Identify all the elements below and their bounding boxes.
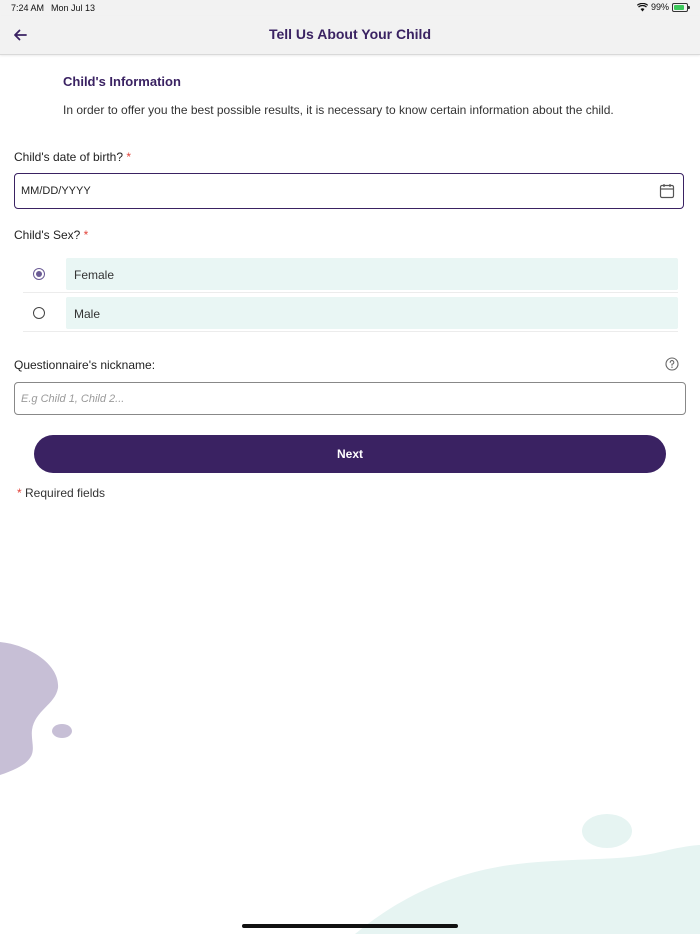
status-indicators: 99%: [636, 2, 690, 12]
required-marker: *: [83, 228, 89, 242]
status-bar: 7:24 AM Mon Jul 13 99%: [0, 0, 700, 16]
required-marker: *: [17, 486, 22, 500]
home-indicator: [242, 924, 458, 928]
dob-value: MM/DD/YYYY: [21, 185, 91, 197]
radio-option-male[interactable]: Male: [66, 297, 678, 329]
sex-label: Child's Sex? *: [14, 228, 88, 242]
next-button[interactable]: Next: [34, 435, 666, 473]
help-icon[interactable]: [665, 357, 679, 371]
radio-option-female[interactable]: Female: [66, 258, 678, 290]
required-fields-text: Required fields: [25, 486, 106, 500]
radio-selected-icon[interactable]: [33, 268, 45, 280]
radio-label: Male: [74, 307, 101, 321]
required-marker: *: [126, 150, 132, 164]
dob-field[interactable]: MM/DD/YYYY: [14, 173, 684, 209]
status-date: Mon Jul 13: [51, 3, 96, 13]
radio-unselected-icon[interactable]: [33, 307, 45, 319]
nickname-label: Questionnaire's nickname:: [14, 358, 156, 372]
required-fields-note: * Required fields: [17, 486, 105, 500]
wifi-icon: [636, 2, 648, 11]
section-title: Child's Information: [63, 74, 181, 89]
status-time: 7:24 AM: [11, 3, 45, 13]
calendar-icon[interactable]: [659, 183, 675, 199]
nickname-input[interactable]: [14, 382, 686, 415]
sex-option-male[interactable]: Male: [23, 297, 678, 332]
page-title: Tell Us About Your Child: [268, 26, 432, 42]
dob-label: Child's date of birth? *: [14, 150, 131, 164]
battery-percent: 99%: [650, 2, 669, 12]
battery-icon: [672, 2, 690, 12]
nav-bar: Tell Us About Your Child: [0, 16, 700, 55]
dob-label-text: Child's date of birth?: [14, 150, 124, 164]
section-description: In order to offer you the best possible …: [63, 103, 614, 117]
sex-option-female[interactable]: Female: [23, 258, 678, 293]
radio-label: Female: [74, 268, 115, 282]
sex-label-text: Child's Sex?: [14, 228, 81, 242]
